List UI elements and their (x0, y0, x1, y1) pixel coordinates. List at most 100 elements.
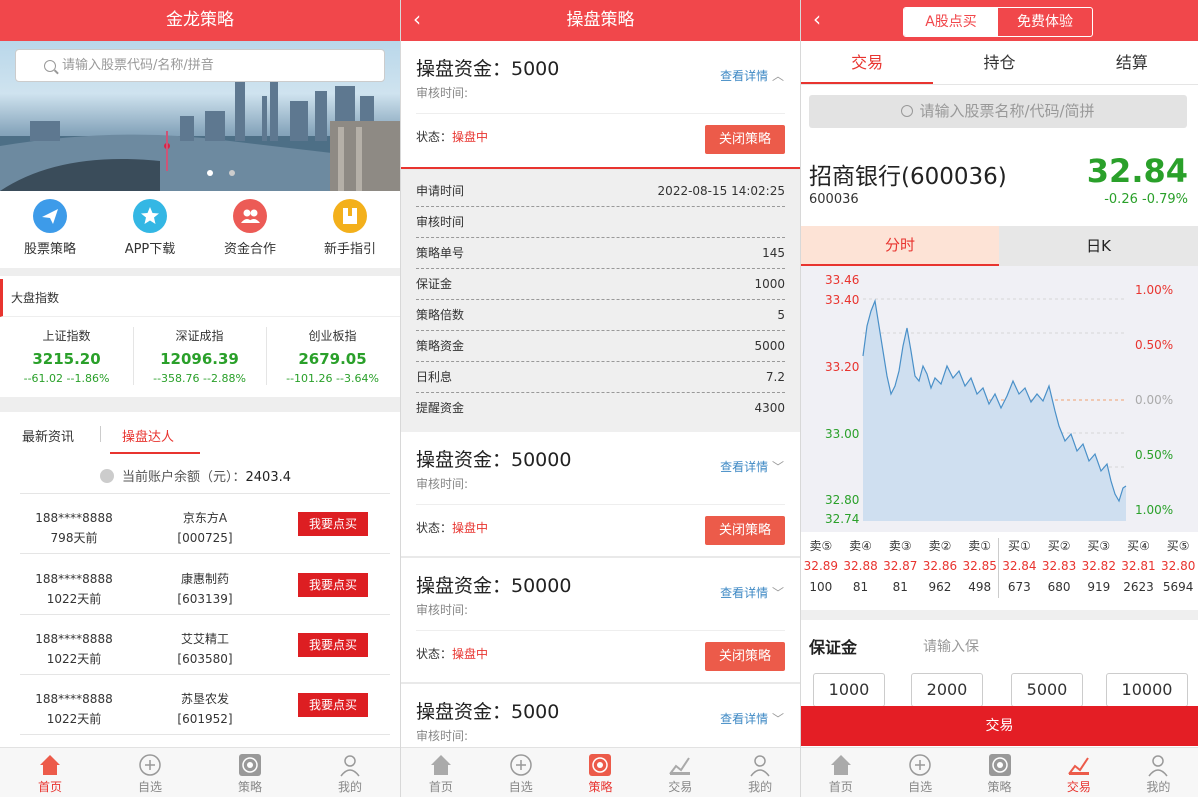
tab-label: 首页 (37, 780, 62, 794)
ob-price: 32.87 (883, 559, 918, 573)
divider (0, 268, 400, 276)
ob-label: 卖④ (849, 539, 872, 553)
tab-top-traders[interactable]: 操盘达人 (110, 426, 200, 454)
status-line: 状态：操盘中 (416, 645, 488, 662)
tab-trade[interactable]: 交易 (1039, 748, 1118, 797)
detail-key: 策略单号 (416, 246, 465, 260)
tab-home[interactable]: 首页 (401, 748, 481, 797)
change-percent: -0.79% (1142, 192, 1188, 207)
user-icon (340, 755, 360, 777)
mode-switch: A股点买 免费体验 (903, 7, 1093, 37)
close-strategy-button[interactable]: 关闭策略 (705, 642, 785, 671)
stock-code: [000725] (177, 531, 233, 545)
close-strategy-button[interactable]: 关闭策略 (705, 516, 785, 545)
status-line: 状态：操盘中 (416, 519, 488, 536)
tab-watchlist[interactable]: 自选 (880, 748, 959, 797)
margin-label: 保证金 (809, 638, 858, 657)
tab-watchlist[interactable]: 自选 (100, 748, 200, 797)
divider (100, 426, 101, 442)
banner-dot[interactable] (229, 170, 235, 176)
banner-dot-active[interactable] (207, 170, 213, 176)
search-placeholder: 请输入股票代码/名称/拼音 (62, 58, 214, 73)
segment-free-trial[interactable]: 免费体验 (998, 8, 1092, 36)
amount-1000-button[interactable]: 1000 (813, 673, 885, 707)
details-label: 查看详情 (720, 712, 769, 726)
tab-trade[interactable]: 交易 (640, 748, 720, 797)
detail-value: 5000 (754, 339, 785, 353)
amount-10000-button[interactable]: 10000 (1106, 673, 1188, 707)
user-icon (750, 755, 770, 777)
search-icon (901, 105, 914, 117)
quick-label: 新手指引 (323, 242, 376, 257)
view-details-link[interactable]: 查看详情 ﹀ (720, 710, 784, 727)
back-arrow-icon[interactable]: ‹ (813, 0, 821, 38)
index-chinext[interactable]: 创业板指 2679.05 --101.26 --3.64% (266, 327, 399, 385)
tab-positions[interactable]: 持仓 (933, 41, 1065, 84)
view-details-link[interactable]: 查看详情 ﹀ (720, 584, 784, 601)
tab-strategy[interactable]: 策略 (200, 748, 300, 797)
search-icon (44, 60, 56, 72)
user-phone: 188****8888 (35, 511, 113, 525)
tab-profile[interactable]: 我的 (1119, 748, 1198, 797)
stock-name: 艾艾精工 (180, 632, 229, 646)
tab-strategy[interactable]: 策略 (561, 748, 641, 797)
tab-daily-k[interactable]: 日K (999, 226, 1198, 266)
ob-price: 32.85 (962, 559, 997, 573)
detail-key: 日利息 (416, 370, 453, 384)
tab-settlement[interactable]: 结算 (1066, 41, 1198, 84)
target-icon (589, 754, 612, 776)
tab-profile[interactable]: 我的 (720, 748, 800, 797)
chart-icon (669, 757, 691, 775)
balance-value: 2403.4 (245, 470, 292, 485)
tab-home[interactable]: 首页 (0, 748, 100, 797)
amount-5000-button[interactable]: 5000 (1011, 673, 1083, 707)
list-item: 188****8888 1022天前 艾艾精工 [603580] 我要点买 (20, 615, 390, 675)
review-time: 审核时间: (416, 729, 469, 743)
quick-app-download[interactable]: APP下载 (100, 199, 200, 257)
divider (998, 538, 999, 598)
divider (416, 504, 785, 505)
tab-profile[interactable]: 我的 (300, 748, 400, 797)
quick-stock-strategy[interactable]: 股票策略 (0, 199, 100, 257)
pct-label: 0.50% (1135, 338, 1173, 352)
buy-button[interactable]: 我要点买 (298, 573, 368, 597)
buy-button[interactable]: 我要点买 (298, 512, 368, 536)
index-name: 上证指数 (42, 329, 91, 343)
tab-intraday[interactable]: 分时 (801, 226, 999, 266)
ob-volume: 100 (809, 580, 833, 594)
buy-button[interactable]: 我要点买 (298, 633, 368, 657)
quick-fund-cooperation[interactable]: 资金合作 (200, 199, 300, 257)
tab-strategy[interactable]: 策略 (960, 748, 1039, 797)
view-details-link[interactable]: 查看详情 ︿ (720, 67, 784, 84)
status-badge: 操盘中 (452, 130, 489, 144)
divider (0, 397, 400, 412)
status-label: 状态： (416, 521, 453, 535)
segment-a-share-buy[interactable]: A股点买 (904, 8, 998, 36)
tab-home[interactable]: 首页 (801, 748, 880, 797)
index-shanghai[interactable]: 上证指数 3215.20 --61.02 --1.86% (0, 327, 133, 385)
stock-name: 苏垦农发 (180, 692, 229, 706)
view-details-link[interactable]: 查看详情 ﹀ (720, 458, 784, 475)
tab-trade[interactable]: 交易 (801, 41, 934, 84)
ob-volume: 680 (1047, 580, 1071, 594)
index-shenzhen[interactable]: 深证成指 12096.39 --358.76 --2.88% (133, 327, 266, 385)
close-strategy-button[interactable]: 关闭策略 (705, 125, 785, 154)
margin-input[interactable]: 请输入保 (923, 636, 979, 656)
tab-latest-news[interactable]: 最新资讯 (22, 426, 74, 445)
ob-volume: 962 (928, 580, 952, 594)
stock-name: 招商银行(600036) (809, 164, 1007, 190)
ob-label: 买② (1047, 539, 1071, 553)
stock-search-input[interactable]: 请输入股票名称/代码/简拼 (809, 95, 1187, 128)
balance-label: 当前账户余额（元）： (122, 470, 246, 485)
details-panel: 申请时间 2022-08-15 14:02:25 审核时间 策略单号 145 保证金… (401, 170, 800, 432)
tab-watchlist[interactable]: 自选 (481, 748, 561, 797)
quick-beginner-guide[interactable]: 新手指引 (300, 199, 400, 257)
index-value: 12096.39 (160, 350, 239, 368)
buy-button[interactable]: 我要点买 (298, 693, 368, 717)
back-arrow-icon[interactable]: ‹ (413, 0, 421, 38)
stock-search-input[interactable]: 请输入股票代码/名称/拼音 (15, 49, 385, 82)
trade-button[interactable]: 交易 (801, 706, 1198, 746)
plus-circle-icon (909, 754, 931, 776)
amount-2000-button[interactable]: 2000 (911, 673, 983, 707)
intraday-chart[interactable]: 33.46 33.40 33.20 33.00 32.80 32.74 1.00… (801, 266, 1198, 532)
